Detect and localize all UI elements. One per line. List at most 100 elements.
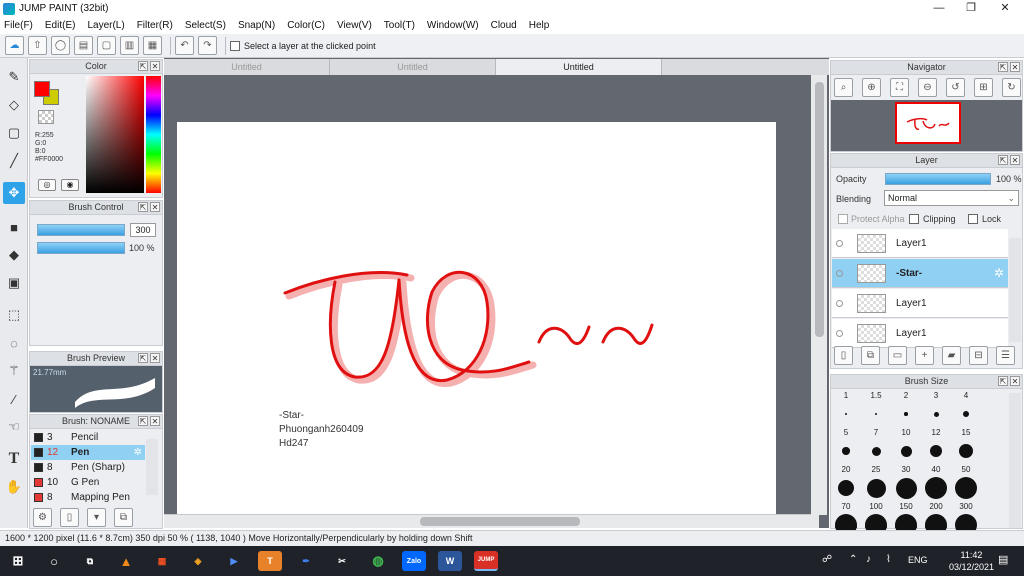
tab-untitled-3[interactable]: Untitled [496,59,662,75]
page-icon[interactable]: ▢ [97,36,116,55]
word-icon[interactable]: W [438,551,462,571]
hue-slider[interactable] [146,76,161,193]
menu-layer[interactable]: Layer(L) [87,20,124,31]
search-icon[interactable]: ○ [42,551,66,571]
vertical-scroll-thumb[interactable] [815,82,824,337]
add-layer-menu-icon[interactable]: + [915,346,934,365]
tab-untitled-1[interactable]: Untitled [164,59,330,75]
brush-size-dot[interactable] [845,413,847,415]
brush-copy-icon[interactable]: ⧉ [114,508,133,527]
clock[interactable]: 11:42 03/12/2021 [949,549,994,573]
close-icon[interactable]: ✕ [1010,376,1020,386]
upload-icon[interactable]: ⇧ [28,36,47,55]
layer-list-scrollbar[interactable] [1009,238,1021,342]
brush-size-dot[interactable] [904,412,908,416]
marquee-tool-icon[interactable]: ⬚ [3,304,25,326]
brush-size-scrollbar[interactable] [1009,393,1021,528]
brush-list-item[interactable]: 10 G Pen [31,475,145,490]
brush-size-dot[interactable] [900,445,912,457]
duplicate-layer-icon[interactable]: ⧉ [861,346,880,365]
menu-tool[interactable]: Tool(T) [384,20,415,31]
gear-icon[interactable]: ✲ [134,445,142,460]
lock-checkbox[interactable] [968,214,978,224]
brush-list-item[interactable]: 3 Pencil [31,430,145,445]
popout-icon[interactable]: ⇱ [138,202,148,212]
layer-row[interactable]: Layer1 [832,289,1008,318]
zoom-in-icon[interactable]: ⊕ [862,78,881,97]
menu-window[interactable]: Window(W) [427,20,479,31]
popout-icon[interactable]: ⇱ [998,62,1008,72]
horizontal-scroll-thumb[interactable] [420,517,580,526]
pen-tool-icon[interactable]: ✎ [3,66,25,88]
eye-icon[interactable] [836,240,843,247]
new-brush-icon[interactable]: ▯ [60,508,79,527]
brush-size-dot[interactable] [838,480,854,496]
game-icon[interactable]: ◈ [186,551,210,571]
network-icon[interactable]: ⌇ [886,554,891,565]
layer-opacity-slider[interactable] [885,173,991,185]
layer-row[interactable]: Layer1 [832,319,1008,348]
wand-tool-icon[interactable]: ⚚ [3,360,25,382]
lasso-tool-icon[interactable]: ◌ [3,332,25,354]
jump-paint-taskbar-icon[interactable]: JUMP [474,551,498,571]
volume-icon[interactable]: ♪ [866,554,871,565]
move-tool-icon[interactable]: ✥ [3,182,25,204]
zalo-icon[interactable]: Zalo [402,551,426,571]
brush-size-dot[interactable] [895,477,917,499]
new-layer-icon[interactable]: ▯ [834,346,853,365]
brush-size-dot[interactable] [866,478,886,498]
feather-icon[interactable]: ✒ [294,551,318,571]
restore-button[interactable]: ❐ [954,0,988,17]
close-icon[interactable]: ✕ [1010,62,1020,72]
eyedropper-tool-icon[interactable]: ⁄ [3,388,25,410]
hand-tool-icon[interactable]: ✋ [3,476,25,498]
toolbox-icon[interactable]: T [258,551,282,571]
popout-icon[interactable]: ⇱ [998,155,1008,165]
foreground-color-swatch[interactable] [34,81,50,97]
brush-list-item[interactable]: 12 Pen ✲ [31,445,145,460]
popout-icon[interactable]: ⇱ [998,376,1008,386]
brush-size-value[interactable]: 300 [130,223,156,237]
protect-alpha-checkbox[interactable] [838,214,848,224]
menu-color[interactable]: Color(C) [287,20,325,31]
brush-opacity-slider[interactable] [37,242,125,254]
language-indicator[interactable]: ENG [908,555,928,565]
brush-size-dot[interactable] [842,447,850,455]
select-layer-checkbox[interactable] [230,40,240,51]
reset-view-icon[interactable]: ⊞ [974,78,993,97]
grid-icon[interactable]: ▦ [143,36,162,55]
saturation-value-picker[interactable] [86,76,144,193]
document-icon[interactable]: ▥ [120,36,139,55]
minimize-button[interactable]: — [922,0,956,17]
select-rect-tool-icon[interactable]: ▢ [3,122,25,144]
line-tool-icon[interactable]: ╱ [3,150,25,172]
people-icon[interactable]: ☍ [822,554,832,565]
office-icon[interactable]: ▦ [150,551,174,571]
gradient-tool-icon[interactable]: ▣ [3,272,25,294]
brush-size-dot[interactable] [925,477,947,499]
brush-size-dot[interactable] [933,411,939,417]
vlc-icon[interactable]: ▲ [114,551,138,571]
speech-bubble-icon[interactable]: ◯ [51,36,70,55]
windows-start-icon[interactable]: ⊞ [6,551,30,571]
cloud-icon[interactable]: ☁ [5,36,24,55]
menu-view[interactable]: View(V) [337,20,372,31]
eye-icon[interactable] [836,330,843,337]
brush-menu-icon[interactable]: ▾ [87,508,106,527]
color-set-icon[interactable]: ◉ [61,179,79,191]
menu-filter[interactable]: Filter(R) [137,20,173,31]
notification-icon[interactable]: ▤ [998,553,1008,566]
chevron-up-icon[interactable]: ⌃ [849,554,857,565]
text-tool-icon[interactable]: T [3,448,25,470]
tab-untitled-2[interactable]: Untitled [330,59,496,75]
menu-cloud[interactable]: Cloud [491,20,517,31]
fill-rect-tool-icon[interactable]: ■ [3,216,25,238]
clipping-checkbox[interactable] [909,214,919,224]
zoom-out-icon[interactable]: ⊖ [918,78,937,97]
rotate-right-icon[interactable]: ↻ [1002,78,1021,97]
navigator-preview[interactable] [831,100,1022,151]
smudge-tool-icon[interactable]: ☜ [3,416,25,438]
palette-icon[interactable]: ◎ [38,179,56,191]
zoom-app-icon[interactable]: ▶ [222,551,246,571]
gear-icon[interactable]: ✲ [994,266,1004,280]
